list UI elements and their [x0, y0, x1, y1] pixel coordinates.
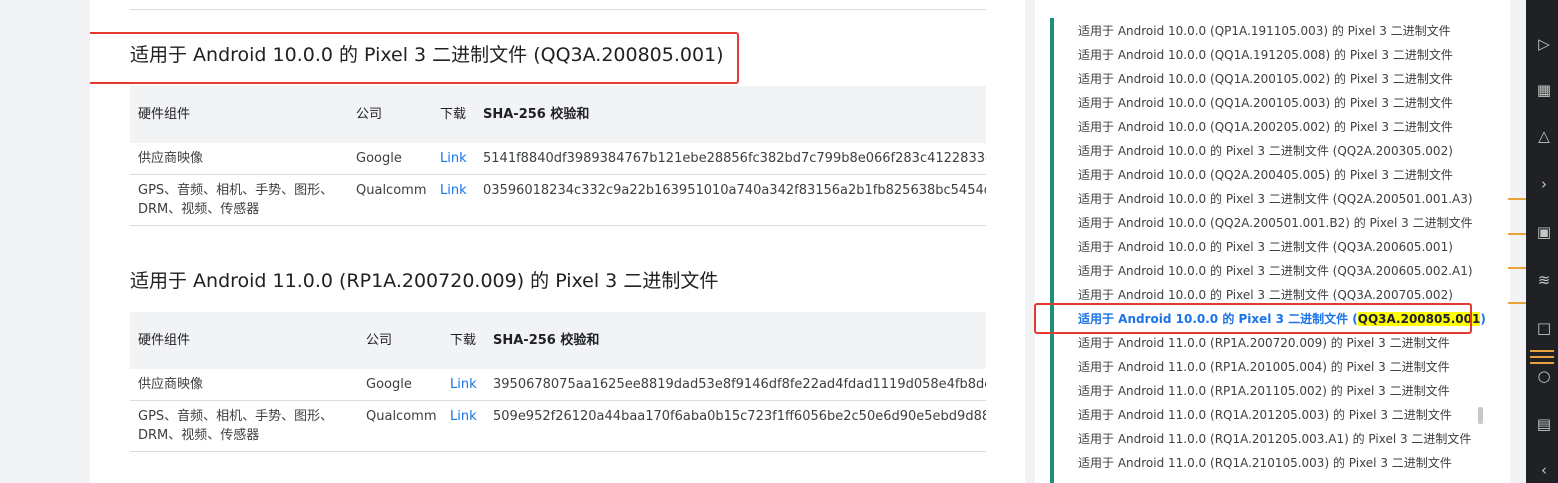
toc-scrollbar-thumb[interactable] [1478, 407, 1483, 424]
header-download: 下载 [442, 312, 485, 369]
cell-sha256: 5141f8840df3989384767b121ebe28856fc382bd… [475, 143, 986, 175]
cell-company: Google [358, 369, 442, 401]
ql-icon[interactable]: □ [1534, 318, 1554, 338]
table-row: GPS、音频、相机、手势、图形、DRM、视频、传感器 Qualcomm Link… [130, 400, 986, 452]
table-of-contents: 适用于 Android 10.0.0 (QP1A.191105.003) 的 P… [1035, 0, 1510, 483]
divider [130, 9, 986, 10]
table-row: 供应商映像 Google Link 5141f8840df3989384767b… [130, 143, 986, 175]
cell-company: Google [348, 143, 432, 175]
ide-activity-bar: ▷ ▦ △ › ▣ ≋ □ ○ ▤ ‹ [1526, 0, 1558, 483]
cell-hardware: GPS、音频、相机、手势、图形、DRM、视频、传感器 [130, 400, 358, 452]
toc-item[interactable]: 适用于 Android 10.0.0 (QQ2A.200501.001.B2) … [1078, 211, 1486, 235]
extensions-icon[interactable]: ▦ [1534, 80, 1554, 100]
toc-item[interactable]: 适用于 Android 10.0.0 的 Pixel 3 二进制文件 (QQ3A… [1078, 235, 1486, 259]
toc-indicator-bar [1050, 18, 1054, 483]
header-download: 下载 [432, 86, 475, 143]
toc-item[interactable]: 适用于 Android 11.0.0 (RP1A.200720.009) 的 P… [1078, 331, 1486, 355]
toc-item[interactable]: 适用于 Android 11.0.0 (RQ1A.201205.003) 的 P… [1078, 403, 1486, 427]
table-header-row: 硬件组件 公司 下载 SHA-256 校验和 [130, 86, 986, 143]
toc-item[interactable]: 适用于 Android 10.0.0 的 Pixel 3 二进制文件 (QQ2A… [1078, 187, 1486, 211]
cell-hardware: 供应商映像 [130, 369, 358, 401]
header-company: 公司 [358, 312, 442, 369]
header-sha256: SHA-256 校验和 [475, 86, 986, 143]
toc-list: 适用于 Android 10.0.0 (QP1A.191105.003) 的 P… [1078, 19, 1486, 475]
cell-hardware: GPS、音频、相机、手势、图形、DRM、视频、传感器 [130, 174, 348, 226]
annotation-box-section-title [90, 32, 739, 84]
annotation-box-toc-active [1034, 303, 1472, 334]
download-link[interactable]: Link [450, 409, 477, 424]
header-hardware: 硬件组件 [130, 86, 348, 143]
toc-item[interactable]: 适用于 Android 11.0.0 (RP1A.201005.004) 的 P… [1078, 355, 1486, 379]
toc-item[interactable]: 适用于 Android 10.0.0 (QQ1A.200105.003) 的 P… [1078, 91, 1486, 115]
toc-item[interactable]: 适用于 Android 11.0.0 (RP1A.201105.002) 的 P… [1078, 379, 1486, 403]
terminal-icon[interactable]: › [1534, 174, 1554, 194]
toc-item[interactable]: 适用于 Android 10.0.0 (QQ1A.200205.002) 的 P… [1078, 115, 1486, 139]
header-hardware: 硬件组件 [130, 312, 358, 369]
cell-sha256: 3950678075aa1625ee8819dad53e8f9146df8fe2… [485, 369, 986, 401]
sidebar-stripe [1530, 362, 1554, 364]
page-scrollbar-track[interactable] [1510, 0, 1526, 483]
toc-item[interactable]: 适用于 Android 11.0.0 (RQ1A.210105.003) 的 P… [1078, 451, 1486, 475]
table-row: 供应商映像 Google Link 3950678075aa1625ee8819… [130, 369, 986, 401]
download-link[interactable]: Link [440, 183, 467, 198]
page-gutter [1025, 0, 1035, 483]
code-icon[interactable]: ‹ [1534, 460, 1554, 480]
section-title-rp1a-200720-009: 适用于 Android 11.0.0 (RP1A.200720.009) 的 P… [130, 270, 719, 292]
toc-active-suffix: ) [1480, 312, 1486, 326]
download-link[interactable]: Link [440, 151, 467, 166]
cell-hardware: 供应商映像 [130, 143, 348, 175]
header-sha256: SHA-256 校验和 [485, 312, 986, 369]
scroll-marker [1508, 198, 1526, 200]
toc-item[interactable]: 适用于 Android 10.0.0 的 Pixel 3 二进制文件 (QQ2A… [1078, 139, 1486, 163]
binaries-table-qq3a: 硬件组件 公司 下载 SHA-256 校验和 供应商映像 Google Link… [130, 86, 986, 226]
sidebar-stripe [1530, 350, 1554, 352]
scroll-marker [1508, 267, 1526, 269]
table-row: GPS、音频、相机、手势、图形、DRM、视频、传感器 Qualcomm Link… [130, 174, 986, 226]
docker-icon[interactable]: ▣ [1534, 222, 1554, 242]
cell-sha256: 03596018234c332c9a22b163951010a740a342f8… [475, 174, 986, 226]
cell-company: Qualcomm [358, 400, 442, 452]
toc-item[interactable]: 适用于 Android 10.0.0 (QP1A.191105.003) 的 P… [1078, 19, 1486, 43]
scroll-marker [1508, 302, 1526, 304]
scroll-marker [1508, 233, 1526, 235]
binaries-table-rp1a: 硬件组件 公司 下载 SHA-256 校验和 供应商映像 Google Link… [130, 312, 986, 452]
graph-icon[interactable]: ≋ [1534, 270, 1554, 290]
toc-item[interactable]: 适用于 Android 11.0.0 (RQ1A.201205.003.A1) … [1078, 427, 1486, 451]
toc-item[interactable]: 适用于 Android 10.0.0 的 Pixel 3 二进制文件 (QQ3A… [1078, 259, 1486, 283]
run-icon[interactable]: ▷ [1534, 34, 1554, 54]
header-company: 公司 [348, 86, 432, 143]
cell-sha256: 509e952f26120a44baa170f6aba0b15c723f1ff6… [485, 400, 986, 452]
flask-icon[interactable]: △ [1534, 126, 1554, 146]
remote-icon[interactable]: ▤ [1534, 414, 1554, 434]
toc-item[interactable]: 适用于 Android 10.0.0 (QQ1A.191205.008) 的 P… [1078, 43, 1486, 67]
table-header-row: 硬件组件 公司 下载 SHA-256 校验和 [130, 312, 986, 369]
cell-company: Qualcomm [348, 174, 432, 226]
toc-item[interactable]: 适用于 Android 10.0.0 (QQ1A.200105.002) 的 P… [1078, 67, 1486, 91]
toc-item[interactable]: 适用于 Android 10.0.0 (QQ2A.200405.005) 的 P… [1078, 163, 1486, 187]
chat-icon[interactable]: ○ [1534, 366, 1554, 386]
download-link[interactable]: Link [450, 377, 477, 392]
main-content: 适用于 Android 10.0.0 的 Pixel 3 二进制文件 (QQ3A… [90, 0, 1025, 483]
sidebar-stripe [1530, 356, 1554, 358]
